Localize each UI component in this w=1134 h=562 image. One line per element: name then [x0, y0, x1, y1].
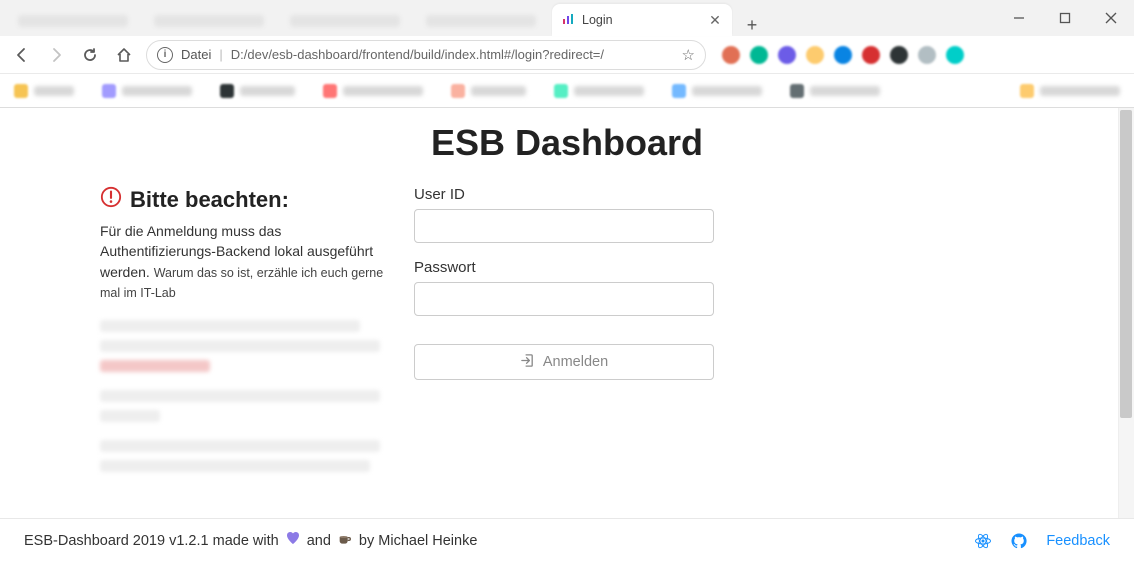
bookmark-item[interactable]: [14, 84, 74, 98]
scrollbar-thumb[interactable]: [1120, 110, 1132, 418]
url-text: D:/dev/esb-dashboard/frontend/build/inde…: [231, 47, 674, 62]
redacted-text: [100, 320, 360, 332]
extension-icon[interactable]: [778, 46, 796, 64]
extension-icon[interactable]: [806, 46, 824, 64]
feedback-link[interactable]: Feedback: [1046, 533, 1110, 549]
tab-title: Login: [582, 13, 700, 27]
password-label: Passwort: [414, 259, 714, 276]
tab-inactive[interactable]: [280, 6, 410, 36]
extension-icon[interactable]: [750, 46, 768, 64]
bookmark-item[interactable]: [790, 84, 880, 98]
page-footer: ESB-Dashboard 2019 v1.2.1 made with and …: [0, 518, 1134, 562]
footer-text-suffix: by Michael Heinke: [359, 533, 477, 549]
extension-icon[interactable]: [918, 46, 936, 64]
window-controls: [996, 0, 1134, 36]
nav-reload-button[interactable]: [78, 43, 102, 67]
password-input[interactable]: [414, 282, 714, 316]
bookmark-item[interactable]: [323, 84, 423, 98]
redacted-text: [100, 340, 380, 352]
alert-icon: [100, 186, 122, 213]
login-button[interactable]: Anmelden: [414, 344, 714, 380]
footer-text-prefix: ESB-Dashboard 2019 v1.2.1 made with: [24, 533, 279, 549]
bookmark-item[interactable]: [554, 84, 644, 98]
extensions-row: [716, 46, 1124, 64]
login-icon: [520, 353, 535, 372]
redacted-text: [100, 410, 160, 422]
bookmarks-bar: [0, 74, 1134, 108]
window-close-button[interactable]: [1088, 0, 1134, 36]
bookmark-star-icon[interactable]: ☆: [682, 46, 695, 64]
redacted-text: [100, 460, 370, 472]
nav-forward-button[interactable]: [44, 43, 68, 67]
browser-toolbar: i Datei | D:/dev/esb-dashboard/frontend/…: [0, 36, 1134, 74]
tab-inactive[interactable]: [416, 6, 546, 36]
window-maximize-button[interactable]: [1042, 0, 1088, 36]
info-icon[interactable]: i: [157, 47, 173, 63]
nav-home-button[interactable]: [112, 43, 136, 67]
extension-icon[interactable]: [890, 46, 908, 64]
user-id-input[interactable]: [414, 209, 714, 243]
extension-icon[interactable]: [946, 46, 964, 64]
url-scheme-label: Datei: [181, 47, 211, 62]
login-button-label: Anmelden: [543, 354, 608, 370]
tab-inactive[interactable]: [144, 6, 274, 36]
nav-back-button[interactable]: [10, 43, 34, 67]
tab-inactive[interactable]: [8, 6, 138, 36]
bookmark-item[interactable]: [220, 84, 295, 98]
footer-text-mid: and: [307, 533, 331, 549]
url-separator: |: [219, 47, 222, 62]
bookmark-item[interactable]: [1020, 84, 1120, 98]
address-bar[interactable]: i Datei | D:/dev/esb-dashboard/frontend/…: [146, 40, 706, 70]
github-icon[interactable]: [1010, 532, 1028, 550]
window-minimize-button[interactable]: [996, 0, 1042, 36]
bookmark-item[interactable]: [451, 84, 526, 98]
bar-chart-icon: [562, 13, 574, 28]
login-form: User ID Passwort Anmelden: [414, 186, 714, 472]
window-titlebar: Login ✕ +: [0, 0, 1134, 36]
new-tab-button[interactable]: +: [738, 15, 766, 36]
page-viewport: ESB Dashboard Bitte beachten: Für die An…: [0, 108, 1134, 518]
coffee-icon: [337, 531, 353, 551]
tab-active[interactable]: Login ✕: [552, 4, 732, 36]
notice-body: Für die Anmeldung muss das Authentifizie…: [100, 221, 390, 302]
close-icon[interactable]: ✕: [708, 13, 722, 27]
bookmark-item[interactable]: [672, 84, 762, 98]
extension-icon[interactable]: [862, 46, 880, 64]
notice-panel: Bitte beachten: Für die Anmeldung muss d…: [100, 186, 390, 472]
user-id-label: User ID: [414, 186, 714, 203]
redacted-text: [100, 360, 210, 372]
page-title: ESB Dashboard: [431, 122, 703, 164]
scrollbar-track[interactable]: [1118, 108, 1134, 518]
extension-icon[interactable]: [722, 46, 740, 64]
react-icon[interactable]: [974, 532, 992, 550]
bookmark-item[interactable]: [102, 84, 192, 98]
tab-strip: Login ✕ +: [0, 0, 766, 36]
notice-heading: Bitte beachten:: [130, 187, 289, 213]
redacted-text: [100, 390, 380, 402]
extension-icon[interactable]: [834, 46, 852, 64]
redacted-text: [100, 440, 380, 452]
heart-icon: [285, 530, 301, 551]
